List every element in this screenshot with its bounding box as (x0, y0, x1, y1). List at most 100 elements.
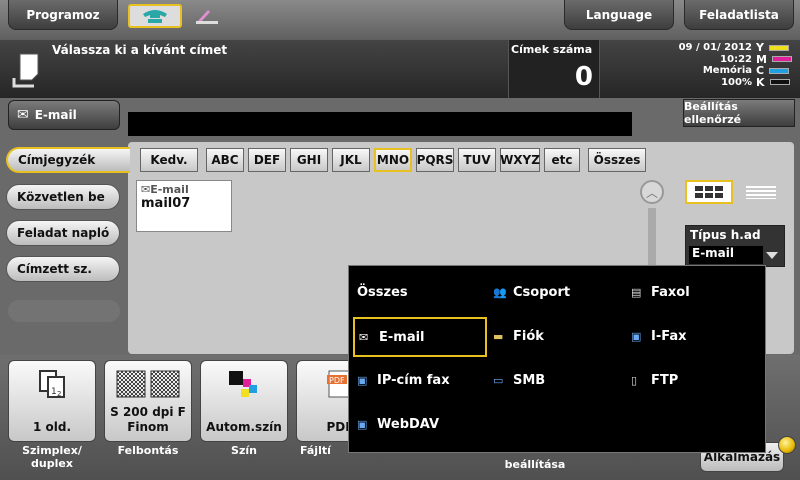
color-mode-icon (229, 371, 257, 397)
color-label: Szín (231, 444, 257, 457)
resolution-icon (116, 370, 180, 398)
box-icon: ▬ (493, 329, 504, 343)
status-indicator-icon (778, 436, 796, 454)
file-type-label: Fájltí (300, 444, 331, 457)
tab-etc[interactable]: etc (544, 148, 580, 172)
memory-value: 100% (721, 76, 752, 88)
toner-bar-c (769, 67, 790, 74)
resolution-button[interactable]: S 200 dpi F Finom (104, 360, 192, 442)
email-tab-label: E-mail (34, 108, 77, 122)
server-icon: ▯ (631, 373, 638, 387)
tab-wxyz[interactable]: WXYZ (500, 148, 540, 172)
scan-icon[interactable] (190, 4, 224, 28)
type-filter-value: E-mail (689, 246, 763, 264)
duplex-button[interactable]: 12 1 old. (8, 360, 96, 442)
address-count-value: 0 (574, 62, 593, 92)
program-button[interactable]: Programoz (8, 0, 118, 30)
scrollbar[interactable] (648, 208, 656, 268)
toner-letter: K (756, 75, 765, 89)
document-icon (10, 50, 46, 90)
dropdown-item-label: Csoport (513, 284, 571, 300)
ifax-icon: ▣ (631, 329, 642, 343)
ip-fax-icon: ▣ (357, 373, 368, 387)
tab-all[interactable]: Összes (588, 148, 646, 172)
job-list-button[interactable]: Feladatlista (684, 0, 794, 30)
disabled-nav-button (8, 300, 120, 322)
dropdown-item-fax[interactable]: ▤ Faxol (627, 274, 759, 310)
scan-icon-svg (196, 10, 218, 24)
grid-view-button[interactable] (685, 180, 733, 204)
dropdown-item-email[interactable]: ✉ E-mail (353, 317, 487, 357)
nav-job-log[interactable]: Feladat napló (6, 220, 120, 246)
tab-jkl[interactable]: JKL (332, 148, 370, 172)
dropdown-item-label: Faxol (651, 284, 690, 300)
grid-view-icon (695, 186, 723, 198)
tab-pqrs[interactable]: PQRS (416, 148, 454, 172)
computer-icon: ▭ (493, 373, 504, 387)
nav-direct-input[interactable]: Közvetlen be (6, 184, 120, 210)
index-tabs: Kedv. ABC DEF GHI JKL MNO PQRS TUV WXYZ … (140, 148, 646, 172)
type-filter[interactable]: Típus h.ad E-mail (685, 225, 785, 267)
fax-phone-icon[interactable] (128, 4, 182, 28)
chevron-up-icon: ︿ (645, 185, 658, 200)
dropdown-arrow-icon (766, 252, 778, 259)
fax-icon: ▤ (631, 285, 642, 299)
type-filter-label: Típus h.ad (690, 228, 761, 242)
address-type: E-mail (150, 183, 189, 196)
dropdown-item-label: FTP (651, 372, 679, 388)
status-panel: 09 / 01/ 2012 10:22 Memória 100% (640, 42, 752, 88)
list-view-button[interactable] (740, 180, 782, 204)
webdav-icon: ▣ (357, 417, 368, 431)
dropdown-item-ipfax[interactable]: ▣ IP-cím fax (353, 362, 485, 398)
dropdown-item-label: IP-cím fax (377, 372, 450, 388)
nav-address-book[interactable]: Címjegyzék (6, 147, 130, 173)
dropdown-item-label: E-mail (379, 329, 425, 345)
address-card[interactable]: ✉E-mail mail07 (136, 180, 232, 232)
resolution-label: Felbontás (117, 444, 179, 457)
dropdown-item-ftp[interactable]: ▯ FTP (627, 362, 759, 398)
dropdown-item-box[interactable]: ▬ Fiók (489, 318, 621, 354)
svg-text:PDF: PDF (329, 376, 345, 385)
toner-levels: Y M C K (756, 41, 796, 89)
duplex-icon: 12 (39, 370, 65, 398)
destination-display (128, 112, 632, 136)
svg-text:2: 2 (57, 390, 61, 398)
time-text: 10:22 (720, 53, 752, 65)
resolution-text: S 200 dpi F Finom (110, 405, 186, 434)
dropdown-item-label: Fiók (513, 328, 544, 344)
address-count-panel: Címek száma 0 (508, 40, 600, 98)
settings-label: beállítása (504, 458, 566, 471)
dropdown-item-group[interactable]: 👥 Csoport (489, 274, 621, 310)
dropdown-item-smb[interactable]: ▭ SMB (489, 362, 621, 398)
dropdown-item-ifax[interactable]: ▣ I-Fax (627, 318, 759, 354)
tab-mno[interactable]: MNO (374, 148, 412, 172)
instruction-text: Válassza ki a kívánt címet (52, 43, 228, 57)
tab-ghi[interactable]: GHI (290, 148, 328, 172)
dropdown-item-all[interactable]: Összes (353, 274, 485, 310)
nav-address-search[interactable]: Címzett sz. (6, 256, 120, 282)
color-value: Autom.szín (206, 420, 282, 434)
tab-favorites[interactable]: Kedv. (140, 148, 198, 172)
resolution-value: S 200 dpi F Finom (105, 405, 191, 435)
tab-def[interactable]: DEF (248, 148, 286, 172)
envelope-icon: ✉ (359, 330, 369, 344)
dropdown-item-label: WebDAV (377, 416, 440, 432)
dropdown-item-label: I-Fax (651, 328, 687, 344)
date-text: 09 / 01/ 2012 (678, 42, 752, 53)
tab-tuv[interactable]: TUV (458, 148, 496, 172)
scroll-up-button[interactable]: ︿ (640, 180, 664, 204)
duplex-value: 1 old. (32, 420, 72, 434)
envelope-icon: ✉ (141, 183, 151, 196)
address-name: mail07 (141, 196, 191, 211)
dropdown-item-webdav[interactable]: ▣ WebDAV (353, 406, 485, 442)
toner-bar-k (769, 79, 790, 86)
check-settings-button[interactable]: Beállítás ellenőrzé (683, 99, 795, 127)
memory-label: Memória (702, 65, 752, 76)
color-button[interactable]: Autom.szín (200, 360, 288, 442)
email-tab[interactable]: ✉ E-mail (8, 100, 120, 130)
top-bar (0, 0, 800, 40)
list-view-icon (746, 186, 776, 199)
language-button[interactable]: Language (564, 0, 674, 30)
tab-abc[interactable]: ABC (206, 148, 244, 172)
group-icon: 👥 (493, 285, 507, 299)
